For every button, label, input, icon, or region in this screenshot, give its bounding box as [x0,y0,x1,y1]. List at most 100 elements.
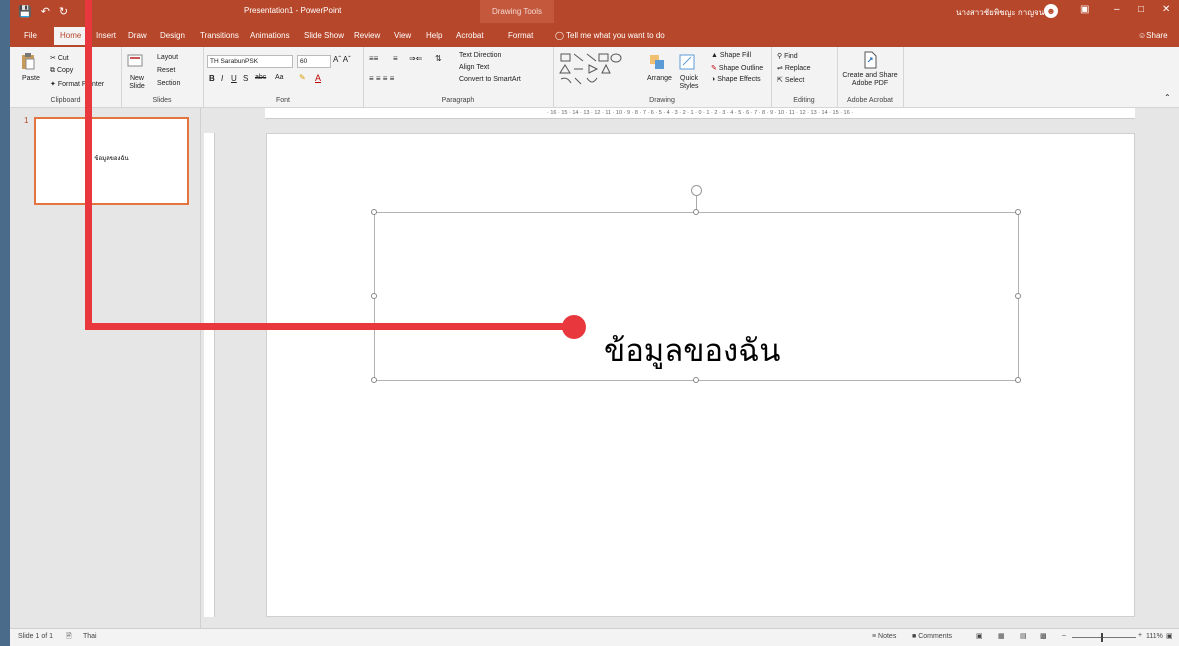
resize-handle[interactable] [371,377,377,383]
section-button[interactable]: Section [157,80,180,87]
tab-insert[interactable]: Insert [96,31,116,40]
comments-button[interactable]: ■ Comments [912,633,952,640]
font-size-combo[interactable]: 60 [297,55,331,68]
resize-handle[interactable] [693,377,699,383]
close-button[interactable]: ✕ [1162,4,1170,15]
new-slide-button[interactable]: New Slide [124,75,150,91]
highlight-icon[interactable]: ✎ [299,73,306,82]
italic-icon[interactable]: I [221,74,223,83]
underline-icon[interactable]: U [231,74,237,83]
select-button[interactable]: ⇱ Select [777,76,804,84]
align-icon[interactable]: ≡ ≡ ≡ ≡ [369,74,394,83]
zoom-out-button[interactable]: – [1062,632,1066,639]
pdf-share-icon[interactable] [862,51,878,69]
tab-transitions[interactable]: Transitions [200,31,239,40]
create-share-pdf-button[interactable]: Create and Share Adobe PDF [839,72,901,88]
tell-me-search[interactable]: ◯ Tell me what you want to do [555,31,665,40]
tab-file[interactable]: File [24,31,37,40]
resize-handle[interactable] [693,209,699,215]
tab-draw[interactable]: Draw [128,31,147,40]
slides-group-label: Slides [152,97,172,104]
user-name[interactable]: นางสาวชัยพิชญะ กาญจนา [956,6,1049,19]
shadow-icon[interactable]: S [243,74,248,83]
quick-styles-icon[interactable] [679,53,695,71]
shape-fill-button[interactable]: ▲ Shape Fill [711,52,751,59]
rotate-handle-icon[interactable] [691,185,702,196]
tab-design[interactable]: Design [160,31,185,40]
collapse-ribbon-icon[interactable]: ⌃ [1164,93,1171,102]
replace-button[interactable]: ⇌ Replace [777,64,811,72]
bold-icon[interactable]: B [209,74,215,83]
layout-button[interactable]: Layout [157,54,178,61]
format-painter-label: Format Painter [57,81,105,88]
slide-sorter-icon[interactable]: ▦ [998,632,1005,640]
change-case-icon[interactable]: Aa [275,74,284,81]
tab-animations[interactable]: Animations [250,31,290,40]
shape-outline-button[interactable]: ✎ Shape Outline [711,64,763,72]
copy-button[interactable]: ⧉ Copy [50,67,73,75]
copy-icon: ⧉ [50,67,57,74]
replace-icon: ⇌ [777,65,785,72]
zoom-slider[interactable] [1072,637,1136,638]
zoom-slider-thumb[interactable] [1101,633,1103,642]
slideshow-icon[interactable]: ▩ [1040,632,1047,640]
normal-view-icon[interactable]: ▣ [976,632,983,640]
tab-slide-show[interactable]: Slide Show [304,31,344,40]
drawing-group-label: Drawing [649,97,675,104]
shape-effects-button[interactable]: ◑ Shape Effects [711,76,761,83]
tab-acrobat[interactable]: Acrobat [456,31,484,40]
font-name-combo[interactable]: TH SarabunPSK [207,55,293,68]
resize-handle[interactable] [371,293,377,299]
tab-view[interactable]: View [394,31,411,40]
slide-text[interactable]: ข้อมูลของฉัน [604,325,781,375]
zoom-in-button[interactable]: + [1138,632,1142,639]
numbering-icon[interactable]: ≡ [393,54,398,63]
strikethrough-icon[interactable]: abc [255,74,266,81]
minimize-button[interactable]: – [1114,4,1120,15]
zoom-level[interactable]: 111% [1146,633,1163,640]
paste-icon[interactable] [20,52,36,70]
line-spacing-icon[interactable]: ⇅ [435,54,442,63]
arrange-button[interactable]: Arrange [647,75,672,82]
resize-handle[interactable] [371,209,377,215]
tab-review[interactable]: Review [354,31,380,40]
status-bar: Slide 1 of 1 🖹 Thai ≡ Notes ■ Comments ▣… [10,628,1179,646]
format-painter-button[interactable]: ✦ Format Painter [50,80,104,88]
tab-home[interactable]: Home [54,27,88,45]
indent-icon[interactable]: ⇒⇐ [409,54,422,63]
callout-line-vertical [85,0,92,330]
text-direction-button[interactable]: Text Direction [459,52,501,59]
grow-font-icon[interactable]: Aˆ Aˇ [333,55,351,64]
notes-button[interactable]: ≡ Notes [872,633,896,640]
ribbon-display-options-icon[interactable]: ▣ [1080,4,1089,15]
reset-button[interactable]: Reset [157,67,175,74]
convert-smartart-button[interactable]: Convert to SmartArt [459,76,521,83]
arrange-icon[interactable] [649,53,665,71]
language-indicator[interactable]: Thai [83,633,97,640]
cut-button[interactable]: ✂ Cut [50,54,69,62]
align-text-button[interactable]: Align Text [459,64,489,71]
slide-thumbnail[interactable]: ข้อมูลของฉัน [34,117,189,205]
tab-help[interactable]: Help [426,31,442,40]
reading-view-icon[interactable]: ▤ [1020,632,1027,640]
spelling-icon[interactable]: 🖹 [66,632,72,643]
resize-handle[interactable] [1015,293,1021,299]
fit-to-window-icon[interactable]: ▣ [1166,632,1173,640]
bullets-icon[interactable]: ≡≡ [369,54,378,63]
avatar[interactable]: ☻ [1044,4,1058,18]
paste-button[interactable]: Paste [22,75,40,82]
find-button[interactable]: ⚲ Find [777,52,798,60]
redo-icon[interactable]: ↻ [59,5,68,18]
tab-format[interactable]: Format [508,31,533,40]
quick-styles-button[interactable]: Quick Styles [677,75,701,91]
shapes-gallery[interactable] [559,52,645,86]
font-group-label: Font [275,97,290,104]
resize-handle[interactable] [1015,377,1021,383]
restore-button[interactable]: □ [1138,4,1144,15]
font-color-icon[interactable]: A [315,73,321,83]
resize-handle[interactable] [1015,209,1021,215]
undo-icon[interactable]: ↶ [41,5,50,18]
new-slide-icon[interactable] [127,52,143,70]
save-icon[interactable]: 💾 [18,5,32,18]
share-button[interactable]: ☺Share [1138,31,1168,40]
